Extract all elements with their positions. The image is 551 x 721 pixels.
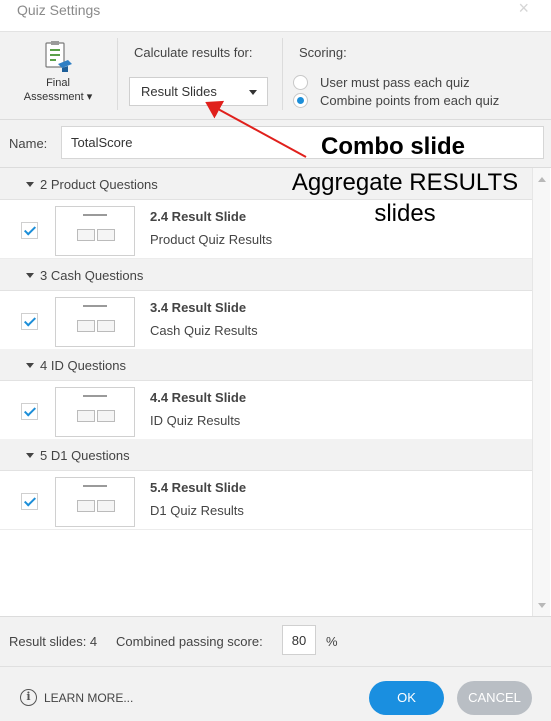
window-title: Quiz Settings <box>17 2 101 18</box>
calculate-label: Calculate results for: <box>134 45 253 60</box>
info-icon: i <box>20 689 37 706</box>
slide-thumbnail <box>55 387 135 437</box>
percent-label: % <box>326 634 338 649</box>
slide-thumbnail <box>55 297 135 347</box>
slide-title: 2.4 Result Slide <box>150 209 247 224</box>
slide-subtitle: Product Quiz Results <box>150 232 273 247</box>
radio-button-selected[interactable] <box>293 93 308 108</box>
collapse-triangle-icon[interactable] <box>26 182 34 187</box>
final-assessment-button[interactable]: Final Assessment ▾ <box>16 40 100 110</box>
collapse-triangle-icon[interactable] <box>26 273 34 278</box>
passing-score-input[interactable] <box>282 625 316 655</box>
cancel-button[interactable]: CANCEL <box>457 681 532 715</box>
result-slides-count: Result slides: 4 <box>9 634 98 649</box>
calculate-results-dropdown[interactable]: Result Slides <box>129 77 268 106</box>
group-title: 2 Product Questions <box>40 177 158 192</box>
combined-passing-score-label: Combined passing score: <box>116 634 263 649</box>
slide-title: 4.4 Result Slide <box>150 390 247 405</box>
include-checkbox[interactable] <box>21 403 38 420</box>
result-slide-list: 2 Product Questions 2.4 Result Slide Pro… <box>0 167 551 617</box>
group-header[interactable]: 3 Cash Questions <box>0 259 532 291</box>
list-item: 3.4 Result Slide Cash Quiz Results <box>0 292 532 350</box>
close-icon[interactable]: × <box>518 0 529 19</box>
slide-subtitle: ID Quiz Results <box>150 413 241 428</box>
calculate-results-value: Result Slides <box>141 84 217 99</box>
list-item: 4.4 Result Slide ID Quiz Results <box>0 382 532 440</box>
scroll-down-icon[interactable] <box>538 603 546 608</box>
name-input[interactable] <box>61 126 544 159</box>
scroll-up-icon[interactable] <box>538 177 546 182</box>
name-bar: Name: <box>0 121 551 167</box>
group-title: 3 Cash Questions <box>40 268 144 283</box>
final-assessment-label-2: Assessment ▾ <box>23 91 93 103</box>
footer: i LEARN MORE... OK CANCEL <box>0 666 551 721</box>
group-title: 4 ID Questions <box>40 358 126 373</box>
ok-button[interactable]: OK <box>369 681 444 715</box>
radio-label: Combine points from each quiz <box>320 93 500 108</box>
include-checkbox[interactable] <box>21 222 38 239</box>
ribbon: Final Assessment ▾ Calculate results for… <box>0 32 551 120</box>
group-title: 5 D1 Questions <box>40 448 130 463</box>
vertical-scrollbar[interactable] <box>532 168 550 616</box>
slide-subtitle: Cash Quiz Results <box>150 323 258 338</box>
clipboard-quiz-icon <box>45 41 72 72</box>
annotation-heading: Combo slide <box>321 133 466 160</box>
summary-bar: Result slides: 4 Combined passing score:… <box>0 618 551 666</box>
ribbon-divider <box>282 38 283 110</box>
radio-button[interactable] <box>293 75 308 90</box>
ribbon-divider <box>117 38 118 110</box>
slide-thumbnail <box>55 206 135 256</box>
annotation-body: Aggregate RESULTS slides <box>291 169 519 227</box>
name-label: Name: <box>9 136 48 151</box>
group-header[interactable]: 4 ID Questions <box>0 349 532 381</box>
include-checkbox[interactable] <box>21 313 38 330</box>
final-assessment-label-1: Final <box>46 77 70 89</box>
radio-label: User must pass each quiz <box>320 75 470 90</box>
group-header[interactable]: 5 D1 Questions <box>0 439 532 471</box>
learn-more-label: LEARN MORE... <box>44 691 134 705</box>
title-bar: Quiz Settings × <box>0 0 551 32</box>
include-checkbox[interactable] <box>21 493 38 510</box>
slide-subtitle: D1 Quiz Results <box>150 503 244 518</box>
scoring-label: Scoring: <box>299 45 347 60</box>
collapse-triangle-icon[interactable] <box>26 453 34 458</box>
chevron-down-icon <box>249 90 257 95</box>
slide-title: 3.4 Result Slide <box>150 300 247 315</box>
list-item: 5.4 Result Slide D1 Quiz Results <box>0 472 532 530</box>
slide-title: 5.4 Result Slide <box>150 480 247 495</box>
slide-thumbnail <box>55 477 135 527</box>
collapse-triangle-icon[interactable] <box>26 363 34 368</box>
